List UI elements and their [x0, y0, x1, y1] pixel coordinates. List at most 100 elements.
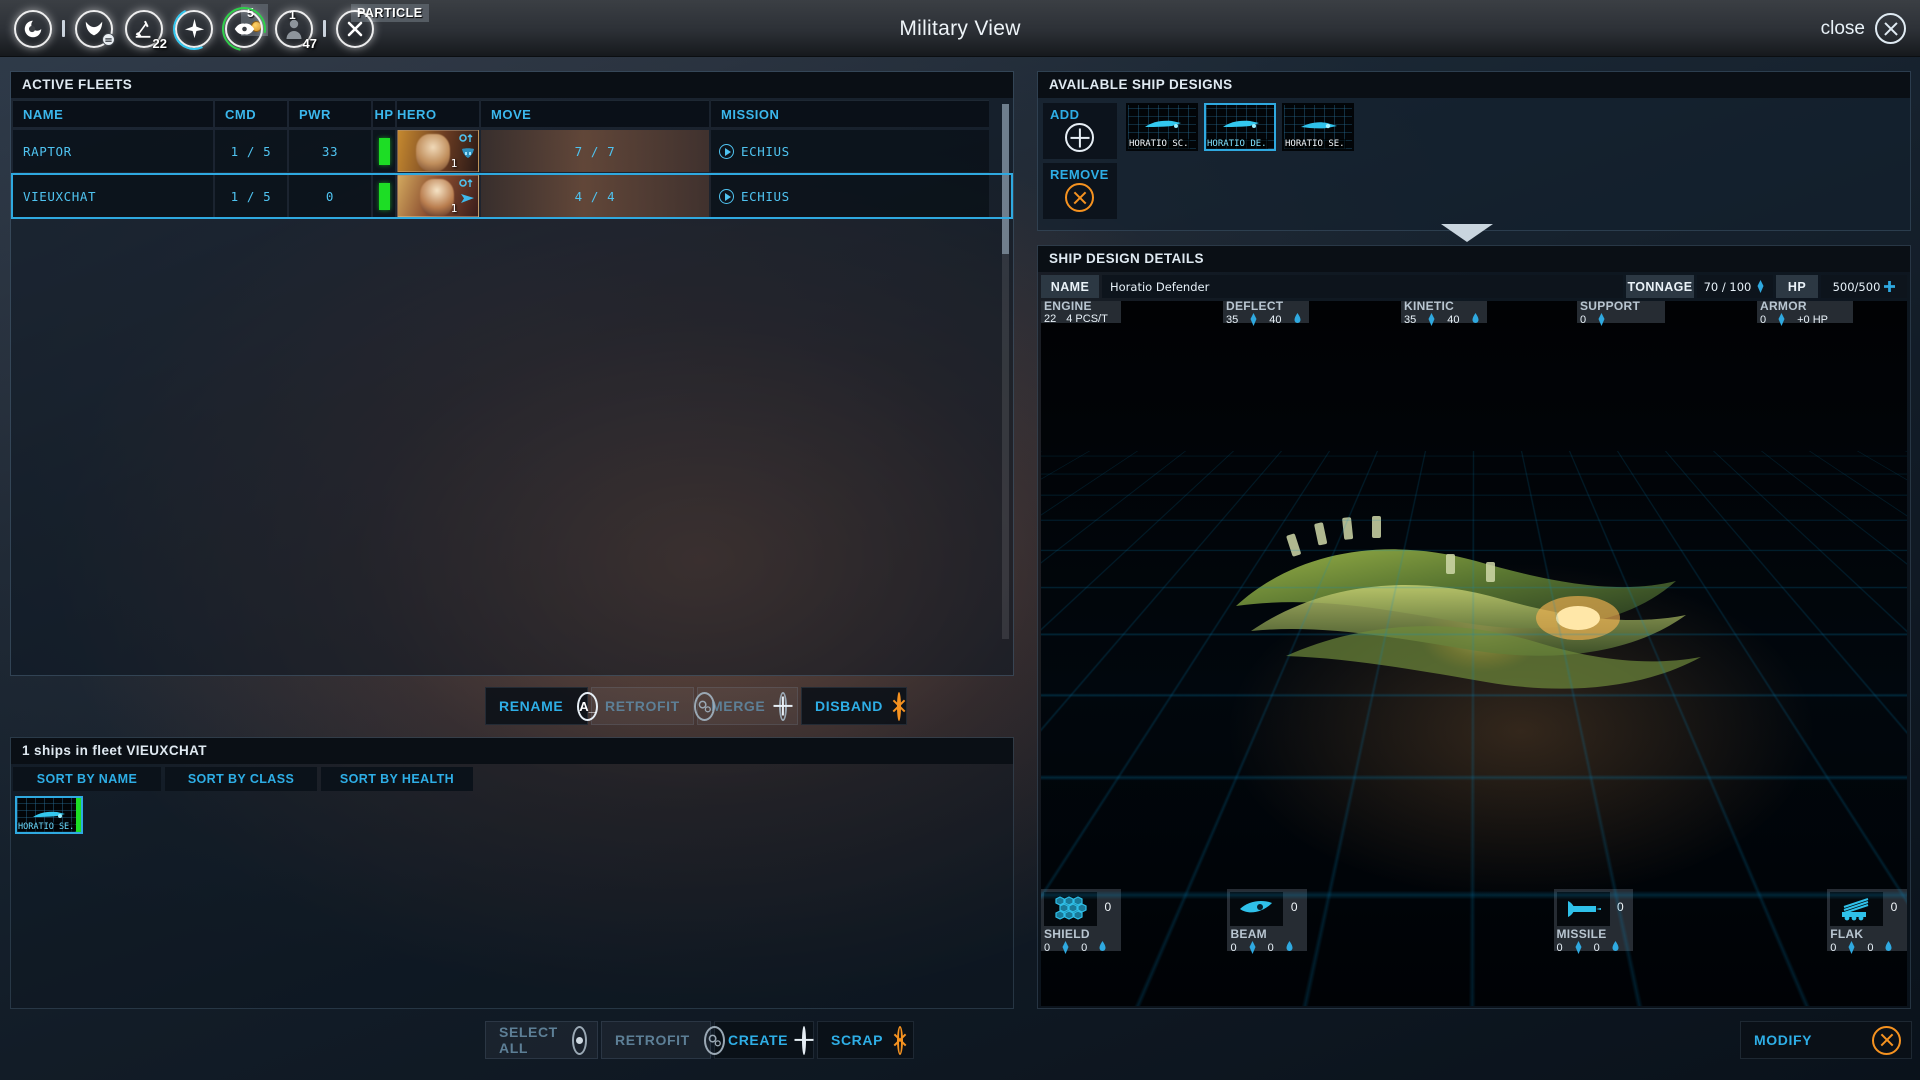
remove-design-button[interactable]: REMOVE: [1043, 163, 1117, 219]
close-icon[interactable]: [1875, 13, 1906, 44]
module-kinetic[interactable]: 5 KINETIC 35 40: [1401, 301, 1487, 323]
hero-portrait: 1: [397, 175, 479, 217]
column-header-hero[interactable]: HERO: [397, 100, 479, 127]
resource-influence[interactable]: 5: [69, 0, 119, 57]
list-item[interactable]: HORATIO SE.: [15, 796, 83, 834]
hp-bar: [76, 798, 81, 832]
select-all-label: SELECT ALL: [499, 1024, 558, 1056]
design-label: HORATIO SE.: [1284, 139, 1346, 149]
fleet-mission[interactable]: ECHIUS: [711, 130, 989, 172]
mission-target: ECHIUS: [741, 144, 790, 159]
ships-in-fleet-panel: 1 ships in fleet VIEUXCHAT SORT BY NAME …: [10, 737, 1014, 1009]
name-value[interactable]: Horatio Defender: [1102, 275, 1623, 298]
sort-by-class-button[interactable]: SORT BY CLASS: [165, 767, 317, 791]
plus-icon: [779, 692, 787, 721]
module-shield[interactable]: 0 SHIELD 0 0: [1041, 889, 1121, 951]
resource-strip: 5 PARTICLE 22: [8, 0, 380, 57]
flak-stat-2: 0: [1867, 942, 1873, 954]
module-missile[interactable]: 0 MISSILE 0 0: [1554, 889, 1634, 951]
modify-label: MODIFY: [1754, 1032, 1812, 1048]
fleet-mission[interactable]: ECHIUS: [711, 175, 989, 217]
ship-silhouette-icon: [1141, 117, 1187, 135]
gears-icon: [694, 692, 715, 721]
tonnage-icon: [1776, 313, 1787, 326]
column-header-name[interactable]: NAME: [13, 100, 213, 127]
missile-icon: [1557, 892, 1610, 926]
sort-by-name-button[interactable]: SORT BY NAME: [13, 767, 161, 791]
design-card-horatio-de[interactable]: HORATIO DE.: [1204, 103, 1276, 151]
ship-3d-model: [1196, 496, 1756, 726]
modify-button[interactable]: MODIFY: [1740, 1021, 1912, 1059]
table-row[interactable]: RAPTOR 1 / 5 33 1 7 / 7: [13, 130, 1011, 172]
module-flak[interactable]: 0 FLAK 0 0: [1827, 889, 1907, 951]
select-all-button[interactable]: SELECT ALL: [485, 1021, 598, 1059]
engine-stat-1: 22: [1044, 313, 1056, 325]
tonnage-icon: [1846, 941, 1857, 954]
column-header-pwr[interactable]: PWR: [289, 100, 371, 127]
deflect-stat-2: 40: [1269, 314, 1281, 326]
top-bar: Military View 5 PARTICLE: [0, 0, 1920, 57]
name-label: NAME: [1041, 275, 1099, 298]
x-circle-icon: [897, 692, 901, 721]
resource-fleet[interactable]: [169, 0, 219, 57]
column-header-hp[interactable]: HP: [373, 100, 395, 127]
module-beam[interactable]: 0 BEAM 0 0: [1227, 889, 1307, 951]
column-header-cmd[interactable]: CMD: [215, 100, 287, 127]
influence-sub-icon: [102, 33, 115, 49]
design-card-horatio-sc[interactable]: HORATIO SC.: [1126, 103, 1198, 151]
module-deflect[interactable]: 5 DEFLECT 35 40: [1223, 301, 1309, 323]
power-icon: [1470, 313, 1481, 326]
create-button[interactable]: CREATE: [714, 1021, 814, 1059]
armor-stats: 0 +0 HP: [1760, 313, 1847, 326]
armor-stat-2: +0 HP: [1797, 314, 1828, 326]
resource-dust[interactable]: [8, 0, 58, 57]
rename-button[interactable]: RENAME A_: [485, 687, 588, 725]
column-header-move[interactable]: MOVE: [481, 100, 709, 127]
retrofit-fleet-button[interactable]: RETROFIT: [591, 687, 694, 725]
fleet-hero[interactable]: 1: [397, 175, 479, 217]
ship-preview-viewport[interactable]: ENGINE 22 4 PCS/T 5 DEFLECT 35: [1041, 301, 1907, 1006]
active-fleets-panel: ACTIVE FLEETS NAME CMD PWR HP HERO MOVE …: [10, 71, 1014, 676]
support-stats: 0: [1580, 313, 1659, 326]
resource-science[interactable]: PARTICLE 22: [119, 0, 169, 57]
fleet-icon: [175, 10, 213, 48]
module-engine[interactable]: ENGINE 22 4 PCS/T: [1041, 301, 1121, 323]
disband-button[interactable]: DISBAND: [801, 687, 907, 725]
resource-diplomacy[interactable]: [219, 0, 269, 57]
details-row-name: NAME Horatio Defender TONNAGE 70 / 100 H…: [1041, 275, 1907, 298]
sort-by-health-button[interactable]: SORT BY HEALTH: [321, 767, 473, 791]
deflect-label: DEFLECT: [1226, 301, 1303, 313]
play-icon: [719, 189, 734, 204]
design-thumbnails: HORATIO SC. HORATIO DE. HORATIO SE.: [1126, 103, 1354, 151]
hp-bar: [379, 183, 390, 210]
tonnage-label: TONNAGE: [1626, 275, 1694, 298]
table-row[interactable]: VIEUXCHAT 1 / 5 0 1 4 / 4: [13, 175, 1011, 217]
retrofit-ship-button[interactable]: RETROFIT: [601, 1021, 711, 1059]
missile-count: 0: [1617, 892, 1624, 914]
tonnage-icon: [1755, 280, 1766, 293]
fleets-table-body: RAPTOR 1 / 5 33 1 7 / 7: [13, 130, 1011, 217]
beam-stats: 0 0: [1230, 941, 1301, 954]
resource-close-shortcut[interactable]: [330, 0, 380, 57]
dot-circle-icon: [572, 1026, 587, 1055]
add-design-button[interactable]: ADD: [1043, 103, 1117, 159]
close-button[interactable]: close: [1821, 0, 1906, 57]
beam-icon: [1230, 892, 1283, 926]
column-header-mission[interactable]: MISSION: [711, 100, 989, 127]
support-stat-1: 0: [1580, 314, 1586, 326]
flak-count: 0: [1891, 892, 1898, 914]
fleet-pwr: 0: [289, 175, 371, 217]
scrap-button[interactable]: SCRAP: [817, 1021, 914, 1059]
ship-label: HORATIO SE.: [17, 822, 75, 832]
module-armor[interactable]: 0 ARMOR 0 +0 HP: [1757, 301, 1853, 323]
design-card-horatio-se[interactable]: HORATIO SE.: [1282, 103, 1354, 151]
flak-icon: [1830, 892, 1883, 926]
dust-icon: [14, 10, 52, 48]
module-support[interactable]: 0 SUPPORT 0: [1577, 301, 1665, 323]
missile-stat-1: 0: [1557, 942, 1563, 954]
tonnage-value-wrap: 70 / 100: [1697, 275, 1773, 298]
fleet-hero[interactable]: 1: [397, 130, 479, 172]
tonnage-icon: [1060, 941, 1071, 954]
kinetic-stats: 35 40: [1404, 313, 1481, 326]
resource-population[interactable]: 1 47: [269, 0, 319, 57]
